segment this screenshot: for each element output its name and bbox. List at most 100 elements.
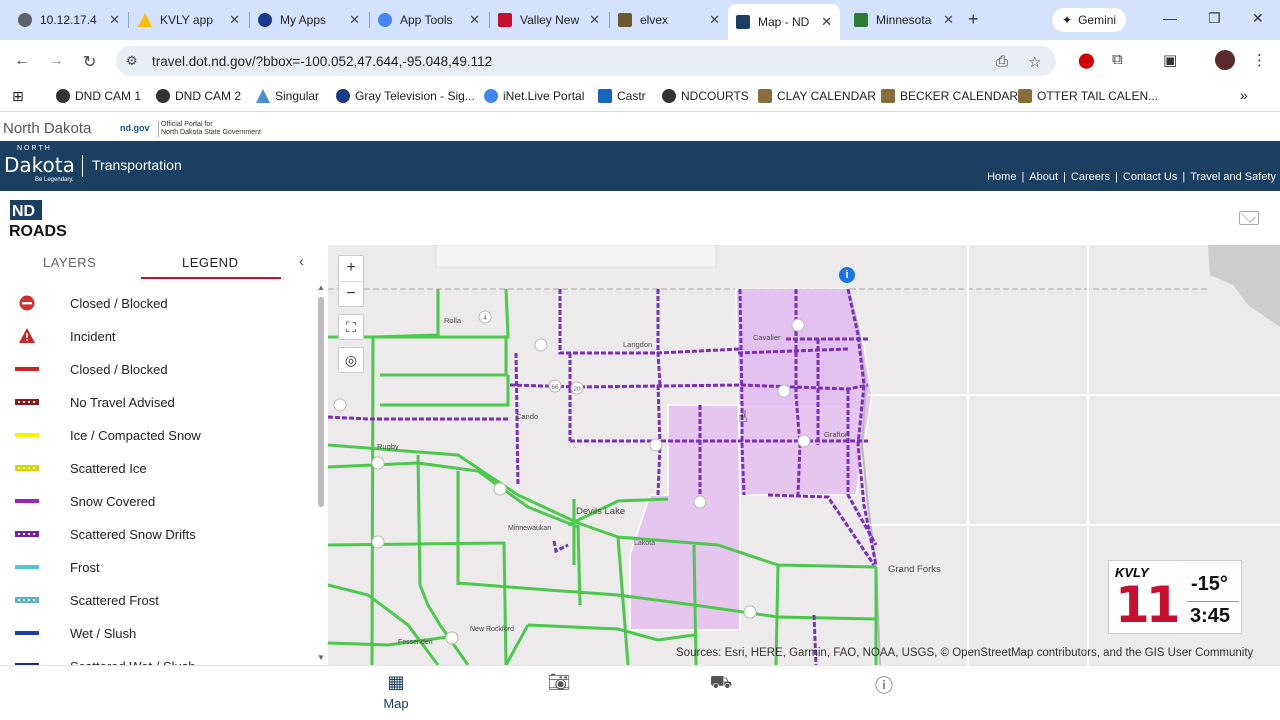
state-name[interactable]: North Dakota bbox=[3, 120, 91, 137]
close-icon[interactable]: ✕ bbox=[229, 12, 240, 28]
bookmark-item[interactable]: OTTER TAIL CALEN... bbox=[1018, 89, 1158, 103]
fullscreen-icon[interactable]: ⛶ bbox=[338, 314, 364, 340]
place-cavalier: Cavalier bbox=[753, 333, 781, 342]
highway-shield bbox=[333, 398, 347, 412]
legend-item: Scattered Wet / Slush bbox=[0, 650, 316, 665]
nav-travel-safety[interactable]: Travel and Safety bbox=[1190, 171, 1276, 183]
bookmark-label: iNet.Live Portal bbox=[503, 89, 585, 103]
browser-tab[interactable]: Minnesota ✕ bbox=[846, 6, 962, 34]
tab-favicon-icon bbox=[18, 13, 32, 27]
legend-panel: LAYERS LEGEND ‹ Closed / Blocked Incident… bbox=[0, 245, 328, 665]
new-tab-button[interactable]: + bbox=[968, 9, 979, 30]
locate-icon[interactable]: ◎ bbox=[338, 347, 364, 373]
back-icon[interactable]: ← bbox=[14, 52, 30, 70]
bookmark-label: DND CAM 1 bbox=[75, 89, 142, 103]
close-icon[interactable]: ✕ bbox=[821, 14, 832, 30]
nav-contact-us[interactable]: Contact Us bbox=[1123, 171, 1177, 183]
address-toolbar: ← → ↻ ⚙ travel.dot.nd.gov/?bbox=-100.052… bbox=[0, 40, 1280, 82]
restore-icon[interactable]: ❐ bbox=[1208, 10, 1221, 27]
browser-tab[interactable]: App Tools ✕ bbox=[370, 6, 488, 34]
legend-item: Scattered Ice bbox=[0, 452, 316, 485]
bookmark-item[interactable]: CLAY CALENDAR bbox=[758, 89, 876, 103]
kvly-weather-bug: KVLY 11 -15° 3:45 bbox=[1108, 560, 1242, 634]
nav-cameras[interactable]: 📷︎ bbox=[529, 672, 589, 694]
bookmark-item[interactable]: Gray Television - Sig... bbox=[336, 89, 475, 103]
nd-roads-logo[interactable]: ND ROADS bbox=[8, 199, 76, 239]
opera-extension-icon[interactable]: ⬤ bbox=[1078, 51, 1095, 69]
browser-tab[interactable]: My Apps ✕ bbox=[250, 6, 368, 34]
close-icon[interactable]: ✕ bbox=[109, 12, 120, 28]
profile-avatar[interactable] bbox=[1215, 50, 1235, 70]
map-info-icon[interactable]: i bbox=[839, 267, 855, 283]
close-icon[interactable]: ✕ bbox=[349, 12, 360, 28]
site-info-icon[interactable]: ⚙ bbox=[126, 53, 138, 69]
nd-gov-logo[interactable]: nd.gov bbox=[120, 123, 150, 133]
info-icon: ⓘ bbox=[875, 676, 893, 696]
nav-separator: | bbox=[1021, 171, 1025, 183]
bookmark-label: Gray Television - Sig... bbox=[355, 89, 475, 103]
map-icon: ▦ bbox=[387, 672, 405, 692]
close-icon[interactable]: ✕ bbox=[589, 12, 600, 28]
gemini-button[interactable]: ✦ Gemini bbox=[1052, 8, 1127, 32]
place-grafton: Grafton bbox=[824, 430, 849, 439]
nav-home[interactable]: Home bbox=[987, 171, 1016, 183]
close-window-icon[interactable]: ✕ bbox=[1252, 10, 1264, 27]
nav-map-label: Map bbox=[383, 696, 409, 711]
nav-map[interactable]: ▦ Map bbox=[366, 672, 426, 711]
bookmark-item[interactable]: Castr bbox=[598, 89, 646, 103]
browser-tab[interactable]: KVLY app ✕ bbox=[130, 6, 248, 34]
tab-layers[interactable]: LAYERS bbox=[43, 255, 96, 270]
tab-favicon-icon bbox=[138, 13, 152, 27]
browser-tab-active[interactable]: Map - ND ✕ bbox=[728, 4, 840, 40]
close-icon[interactable]: ✕ bbox=[709, 12, 720, 28]
menu-icon[interactable]: ⋮ bbox=[1252, 51, 1267, 69]
close-icon[interactable]: ✕ bbox=[943, 12, 954, 28]
reload-icon[interactable]: ↻ bbox=[83, 52, 96, 72]
tab-title: Map - ND bbox=[758, 15, 810, 29]
zoom-out-button[interactable]: − bbox=[339, 281, 363, 306]
mail-icon[interactable] bbox=[1239, 211, 1259, 225]
nav-about[interactable]: About bbox=[1029, 171, 1058, 183]
extensions-icon[interactable]: ⧉ bbox=[1112, 51, 1123, 68]
install-app-icon[interactable]: ⎙ bbox=[996, 53, 1008, 70]
bookmark-item[interactable]: Singular bbox=[256, 89, 319, 103]
close-icon[interactable]: ✕ bbox=[469, 12, 480, 28]
nav-separator: | bbox=[1182, 171, 1186, 183]
nav-trucks[interactable]: ⛟ bbox=[691, 672, 751, 694]
nav-careers[interactable]: Careers bbox=[1071, 171, 1110, 183]
bookmark-item[interactable]: iNet.Live Portal bbox=[484, 89, 584, 103]
url-bar[interactable]: ⚙ travel.dot.nd.gov/?bbox=-100.052,47.64… bbox=[116, 46, 1056, 76]
zoom-in-button[interactable]: + bbox=[339, 256, 363, 281]
solid-line-icon bbox=[15, 625, 39, 641]
apps-grid-icon[interactable]: ⊞ bbox=[12, 88, 24, 105]
scroll-up-icon[interactable]: ▲ bbox=[317, 283, 325, 292]
tab-legend[interactable]: LEGEND bbox=[182, 255, 238, 270]
highway-shield bbox=[371, 535, 385, 549]
department-name[interactable]: Transportation bbox=[92, 157, 182, 173]
nav-info[interactable]: ⓘ bbox=[854, 672, 914, 696]
scroll-thumb[interactable] bbox=[318, 297, 324, 507]
bookmark-favicon-icon bbox=[484, 89, 498, 103]
legend-label: Wet / Slush bbox=[70, 626, 137, 641]
scroll-down-icon[interactable]: ▼ bbox=[317, 653, 325, 662]
bookmark-item[interactable]: DND CAM 1 bbox=[56, 89, 141, 103]
bookmark-favicon-icon bbox=[256, 89, 270, 103]
bookmark-item[interactable]: DND CAM 2 bbox=[156, 89, 241, 103]
highway-number: 20 bbox=[573, 386, 581, 393]
url-text: travel.dot.nd.gov/?bbox=-100.052,47.644,… bbox=[152, 53, 493, 69]
collapse-panel-icon[interactable]: ‹ bbox=[299, 253, 304, 270]
solid-line-icon bbox=[15, 427, 39, 443]
place-rugby: Rugby bbox=[377, 442, 399, 451]
tab-search-icon[interactable]: ▣ bbox=[1163, 51, 1177, 69]
scrollbar[interactable]: ▲ ▼ bbox=[316, 281, 326, 665]
minimize-icon[interactable]: — bbox=[1163, 10, 1177, 26]
browser-tab[interactable]: 10.12.17.4 ✕ bbox=[10, 6, 128, 34]
bookmark-item[interactable]: BECKER CALENDAR bbox=[881, 89, 1018, 103]
browser-tab[interactable]: Valley New ✕ bbox=[490, 6, 608, 34]
star-icon[interactable]: ☆ bbox=[1028, 53, 1041, 71]
logo-dakota[interactable]: Dakota bbox=[4, 153, 75, 177]
browser-tab[interactable]: elvex ✕ bbox=[610, 6, 728, 34]
more-bookmarks-icon[interactable]: » bbox=[1240, 87, 1248, 103]
forward-icon[interactable]: → bbox=[48, 52, 64, 70]
bookmark-item[interactable]: NDCOURTS bbox=[662, 89, 749, 103]
